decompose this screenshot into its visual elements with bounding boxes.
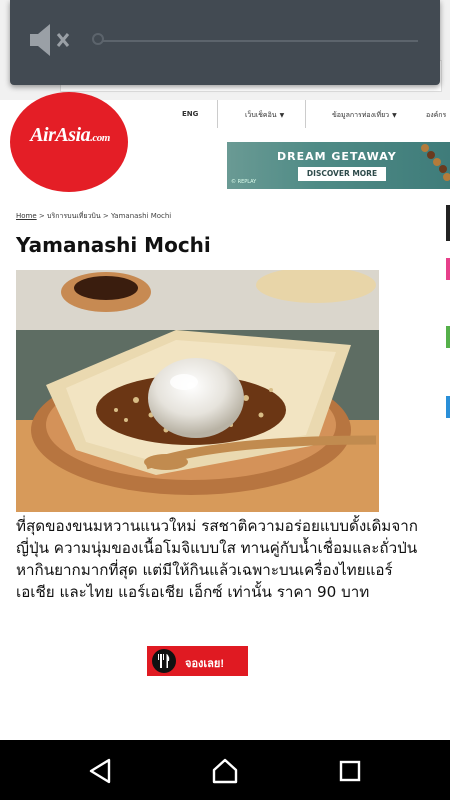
breadcrumb-home-link[interactable]: Home <box>16 212 37 220</box>
back-icon[interactable] <box>83 754 117 788</box>
edge-tab[interactable] <box>446 258 450 280</box>
nav-divider <box>305 100 306 128</box>
dream-getaway-banner[interactable]: DREAM GETAWAY DISCOVER MORE © REPLAY <box>227 142 450 189</box>
airasia-logo[interactable]: AirAsia.com <box>10 92 128 192</box>
book-now-button[interactable]: จองเลย! <box>147 646 248 676</box>
android-navigation-bar <box>0 740 450 800</box>
breadcrumb-separator: > <box>38 212 45 220</box>
volume-muted-icon[interactable] <box>28 22 82 58</box>
edge-tab[interactable] <box>446 396 450 418</box>
article-description: ที่สุดของขนมหวานแนวใหม่ รสชาติความอร่อยแ… <box>16 517 418 601</box>
nav-item-travel-info[interactable]: ข้อมูลการท่องเที่ยว ▼ <box>332 110 397 121</box>
logo-wordmark: AirAsia.com <box>30 124 110 146</box>
banner-title: DREAM GETAWAY <box>277 150 397 163</box>
breadcrumb-current: Yamanashi Mochi <box>111 212 172 220</box>
volume-slider-track[interactable] <box>98 40 418 42</box>
volume-panel <box>10 0 440 85</box>
recents-icon[interactable] <box>333 754 367 788</box>
banner-credit: © REPLAY <box>231 179 257 185</box>
page-title: Yamanashi Mochi <box>16 233 211 257</box>
nav-item-web-checkin[interactable]: เว็บเช็คอิน ▼ <box>245 110 284 121</box>
discover-more-button[interactable]: DISCOVER MORE <box>298 167 386 181</box>
language-eng-link[interactable]: ENG <box>182 110 198 118</box>
top-navigation: ENG เว็บเช็คอิน ▼ ข้อมูลการท่องเที่ยว ▼ อง… <box>170 100 450 128</box>
nav-divider <box>217 100 218 128</box>
book-now-label: จองเลย! <box>185 658 225 670</box>
beads-decoration-icon <box>421 144 450 181</box>
volume-slider-thumb[interactable] <box>92 33 104 45</box>
home-icon[interactable] <box>208 754 242 788</box>
yamanashi-mochi-photo <box>16 270 379 512</box>
edge-tab[interactable] <box>446 205 450 241</box>
breadcrumb-separator: > <box>102 212 109 220</box>
breadcrumb-inflight-link[interactable]: บริการบนเที่ยวบิน <box>47 212 101 220</box>
caret-down-icon: ▼ <box>392 112 397 119</box>
edge-tab[interactable] <box>446 326 450 348</box>
caret-down-icon: ▼ <box>279 112 285 119</box>
nav-item-corporate[interactable]: องค์กร <box>426 110 446 121</box>
breadcrumb: Home > บริการบนเที่ยวบิน > Yamanashi Moc… <box>16 211 171 222</box>
fork-knife-icon <box>152 649 176 673</box>
